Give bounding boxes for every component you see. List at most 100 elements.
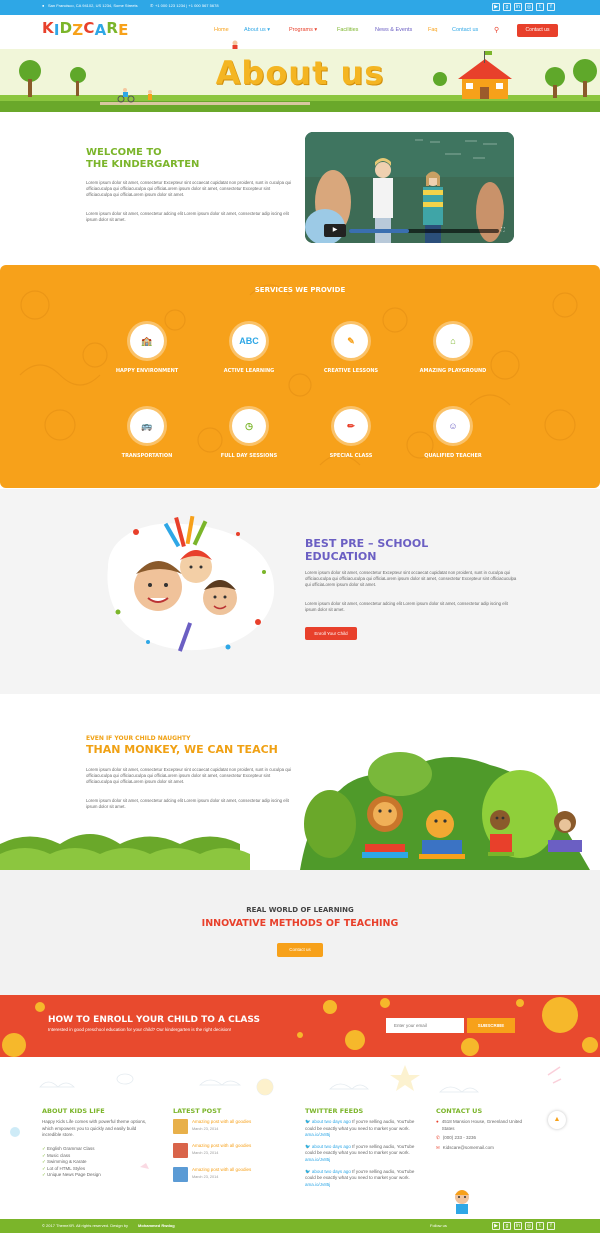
service-item[interactable]: 🏫 — [130, 324, 164, 358]
enroll-child-button[interactable]: Enroll Your Child — [305, 627, 357, 640]
playground-icon: ⌂ — [450, 336, 456, 346]
preschool-title-line1: BEST PRE – SCHOOL — [305, 537, 429, 550]
top-bar: ● San Francisco, CA 94102, US 1234, Some… — [0, 0, 600, 15]
twitter-bird-icon: 🐦 — [305, 1143, 312, 1149]
tweet-time-link[interactable]: about two days ago — [312, 1119, 351, 1124]
footer-contact-address: 4518 Mansion House, Greenland United Sta… — [441, 1119, 523, 1131]
list-item: ✓ Unique News Page Design — [42, 1172, 101, 1179]
abc-blocks-icon: ABC — [239, 336, 259, 346]
video-player[interactable]: ▶ ⛶ — [305, 132, 514, 243]
twitter-icon[interactable]: t — [536, 3, 544, 11]
tweet-item: 🐦 about two days ago If you're selling a… — [305, 1144, 415, 1164]
service-item[interactable]: ☺ — [436, 409, 470, 443]
chevron-down-icon: ▾ — [265, 27, 271, 33]
nav-item-label: About us — [244, 27, 266, 33]
nav-item[interactable]: Home — [214, 27, 229, 33]
email-input[interactable] — [386, 1018, 464, 1033]
footer-contact-phone: (000) 233 - 3236 — [442, 1135, 477, 1141]
footer-twitter-icon[interactable]: t — [536, 1222, 544, 1230]
tweet-time-link[interactable]: about two days ago — [312, 1169, 351, 1174]
post-thumbnail — [173, 1143, 188, 1158]
video-progress-bar[interactable] — [349, 229, 499, 233]
service-item[interactable]: ◷ — [232, 409, 266, 443]
logo-letter: Z — [72, 21, 84, 39]
tweet-time-link[interactable]: about two days ago — [312, 1144, 351, 1149]
facebook-icon[interactable]: f — [547, 3, 555, 11]
youtube-icon[interactable]: ▶ — [492, 3, 500, 11]
nav-item-label: News & Events — [375, 27, 413, 33]
search-icon[interactable]: ⚲ — [494, 26, 499, 34]
service-item[interactable]: ✎ — [334, 324, 368, 358]
methods-contact-button[interactable]: Contact us — [277, 943, 323, 957]
teacher-icon: ☺ — [448, 421, 458, 431]
nav-item[interactable]: Faq — [428, 27, 437, 33]
logo-letter: E — [118, 21, 129, 39]
nav-item[interactable]: News & Events — [375, 27, 412, 33]
list-item: ✓ Swimming & Karate — [42, 1159, 101, 1166]
kids-illustration — [88, 512, 282, 660]
monkey-paragraph-2: Lorem ipsum dolor sit amet, consectetur … — [86, 798, 289, 809]
service-item[interactable]: ⌂ — [436, 324, 470, 358]
footer-twitter-title: TWITTER FEEDS — [305, 1107, 364, 1115]
post-thumbnail — [173, 1167, 188, 1182]
scroll-to-top-icon[interactable]: ▲ — [548, 1111, 566, 1129]
bottom-bar: © 2017 ThemeXR. All rights reserved. Des… — [0, 1219, 600, 1233]
service-label: TRANSPORTATION — [121, 453, 173, 459]
service-label: AMAZING PLAYGROUND — [419, 368, 487, 374]
nav-item-label: Facilities — [337, 27, 359, 33]
fullscreen-icon[interactable]: ⛶ — [501, 227, 505, 233]
tweet-item: 🐦 about two days ago If you're selling a… — [305, 1119, 415, 1139]
service-item[interactable]: ✏ — [334, 409, 368, 443]
author-link[interactable]: Mohammed Rwdog — [138, 1223, 175, 1228]
map-pin-icon: ● — [436, 1119, 439, 1124]
nav-item-label: Contact us — [452, 27, 479, 33]
play-icon[interactable]: ▶ — [324, 224, 346, 237]
post-item[interactable]: Amazing post with all goodies March 23, 2… — [173, 1143, 251, 1167]
service-label: SPECIAL CLASS — [329, 453, 373, 459]
nav-item[interactable]: Contact us — [452, 27, 478, 33]
google-plus-icon[interactable]: g — [503, 3, 511, 11]
tweet-url-link[interactable]: ama.io/Jv85j — [305, 1182, 330, 1187]
tweet-url-link[interactable]: ama.io/Jv85j — [305, 1157, 330, 1162]
footer-youtube-icon[interactable]: ▶ — [492, 1222, 500, 1230]
address-text: San Francisco, CA 94102, US 1234, Some S… — [48, 3, 138, 8]
footer-google-plus-icon[interactable]: g — [503, 1222, 511, 1230]
dribbble-icon[interactable]: ◎ — [525, 3, 533, 11]
logo[interactable]: KIDZCARE — [42, 19, 129, 39]
clock-icon: ◷ — [245, 421, 253, 431]
logo-letter: D — [59, 19, 73, 37]
methods-title: INNOVATIVE METHODS OF TEACHING — [201, 918, 399, 929]
nav-item[interactable]: Programs ▾ — [289, 27, 317, 33]
logo-letter: C — [83, 19, 95, 37]
footer-twitter-list: 🐦 about two days ago If you're selling a… — [305, 1119, 415, 1193]
mascot-icon — [231, 37, 239, 49]
footer-dribbble-icon[interactable]: ◎ — [525, 1222, 533, 1230]
post-title[interactable]: Amazing post with all goodies — [192, 1143, 251, 1150]
post-item[interactable]: Amazing post with all goodies March 23, 2… — [173, 1167, 251, 1191]
post-title[interactable]: Amazing post with all goodies — [192, 1167, 251, 1174]
pencil-icon: ✏ — [347, 421, 355, 431]
linkedin-icon[interactable]: in — [514, 3, 522, 11]
footer-contact-email[interactable]: Kidscare@somemail.com — [443, 1145, 494, 1152]
nav-item[interactable]: Facilities — [337, 27, 358, 33]
post-date: March 23, 2014 — [192, 1150, 219, 1155]
contact-us-button[interactable]: Contact us — [517, 24, 558, 37]
monkey-paragraph-1: Lorem ipsum dolor sit amet, consectetur … — [86, 767, 291, 784]
logo-letter: R — [106, 19, 119, 37]
service-label: CREATIVE LESSONS — [323, 368, 379, 374]
post-thumbnail — [173, 1119, 188, 1134]
service-label: HAPPY ENVIRONMENT — [115, 368, 179, 374]
kid-mascot-illustration — [448, 1188, 476, 1218]
nav-item[interactable]: About us ▾ — [244, 27, 270, 33]
service-item[interactable]: 🚌 — [130, 409, 164, 443]
post-item[interactable]: Amazing post with all goodies March 23, 2… — [173, 1119, 251, 1143]
monkey-title: THAN MONKEY, WE CAN TEACH — [86, 743, 278, 756]
footer-linkedin-icon[interactable]: in — [514, 1222, 522, 1230]
subscribe-button[interactable]: SUBSCRIBE — [467, 1018, 515, 1033]
services-title: SERVICES WE PROVIDE — [254, 286, 346, 294]
footer-facebook-icon[interactable]: f — [547, 1222, 555, 1230]
service-item[interactable]: ABC — [232, 324, 266, 358]
tweet-url-link[interactable]: ama.io/Jv85j — [305, 1132, 330, 1137]
post-title[interactable]: Amazing post with all goodies — [192, 1119, 251, 1126]
twitter-bird-icon: 🐦 — [305, 1119, 312, 1124]
